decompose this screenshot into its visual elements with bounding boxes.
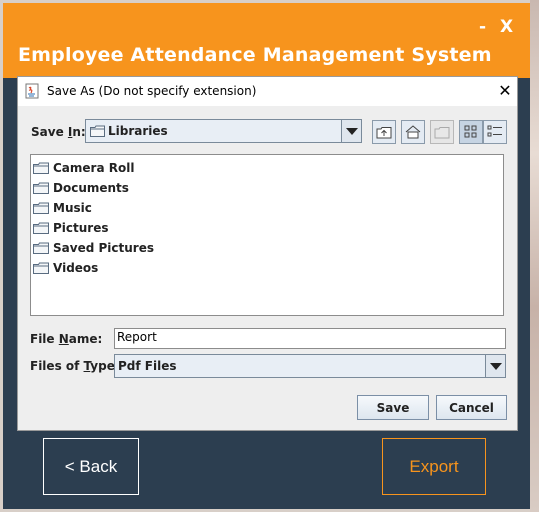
home-button[interactable] (401, 120, 425, 144)
file-name: Music (53, 201, 92, 215)
folder-icon (33, 182, 49, 194)
list-item[interactable]: Documents (33, 179, 129, 197)
new-folder-button[interactable] (430, 120, 454, 144)
file-name: Saved Pictures (53, 241, 154, 255)
dialog-titlebar: Save As (Do not specify extension) ✕ (18, 77, 517, 106)
file-name: Documents (53, 181, 129, 195)
list-view-button[interactable] (459, 120, 483, 144)
export-button[interactable]: Export (382, 438, 486, 495)
folder-icon (90, 125, 105, 137)
up-one-level-button[interactable] (372, 120, 396, 144)
new-folder-icon (434, 127, 450, 139)
list-item[interactable]: Camera Roll (33, 159, 134, 177)
save-button[interactable]: Save (357, 395, 429, 420)
list-view-icon (464, 125, 477, 138)
app-title: Employee Attendance Management System (18, 44, 492, 66)
save-as-dialog: Save As (Do not specify extension) ✕ Sav… (17, 76, 518, 431)
java-icon (25, 83, 39, 99)
chevron-down-icon[interactable] (485, 355, 505, 377)
list-item[interactable]: Saved Pictures (33, 239, 154, 257)
folder-icon (33, 202, 49, 214)
dialog-close-button[interactable]: ✕ (495, 80, 515, 102)
details-view-button[interactable] (483, 120, 507, 144)
folder-icon (33, 162, 49, 174)
folder-icon (33, 222, 49, 234)
file-name-label: File Name: (30, 332, 103, 346)
list-item[interactable]: Videos (33, 259, 98, 277)
folder-icon (33, 262, 49, 274)
file-name: Videos (53, 261, 99, 275)
details-view-icon (487, 125, 502, 137)
file-type-combo[interactable]: Pdf Files (114, 354, 506, 378)
file-type-value: Pdf Files (118, 359, 177, 373)
file-name: Camera Roll (53, 161, 135, 175)
save-in-label: Save In: (31, 125, 86, 139)
back-button[interactable]: < Back (43, 438, 139, 495)
close-button[interactable]: X (500, 17, 513, 37)
app-header: - X Employee Attendance Management Syste… (3, 3, 530, 78)
minimize-button[interactable]: - (479, 17, 486, 37)
cancel-button[interactable]: Cancel (436, 395, 507, 420)
chevron-down-icon[interactable] (341, 120, 361, 142)
file-list[interactable]: Camera Roll Documents Music Pictures Saved P… (30, 154, 504, 316)
file-name-input[interactable]: Report (114, 328, 506, 349)
folder-up-icon (376, 127, 392, 139)
file-name: Pictures (53, 221, 109, 235)
list-item[interactable]: Pictures (33, 219, 109, 237)
file-type-label: Files of Type: (30, 359, 120, 373)
list-item[interactable]: Music (33, 199, 92, 217)
dialog-title: Save As (Do not specify extension) (47, 84, 257, 98)
home-icon (405, 125, 421, 139)
save-in-combo[interactable]: Libraries (85, 119, 362, 143)
folder-icon (33, 242, 49, 254)
background-desktop-strip (530, 0, 539, 512)
save-in-value: Libraries (108, 124, 168, 138)
